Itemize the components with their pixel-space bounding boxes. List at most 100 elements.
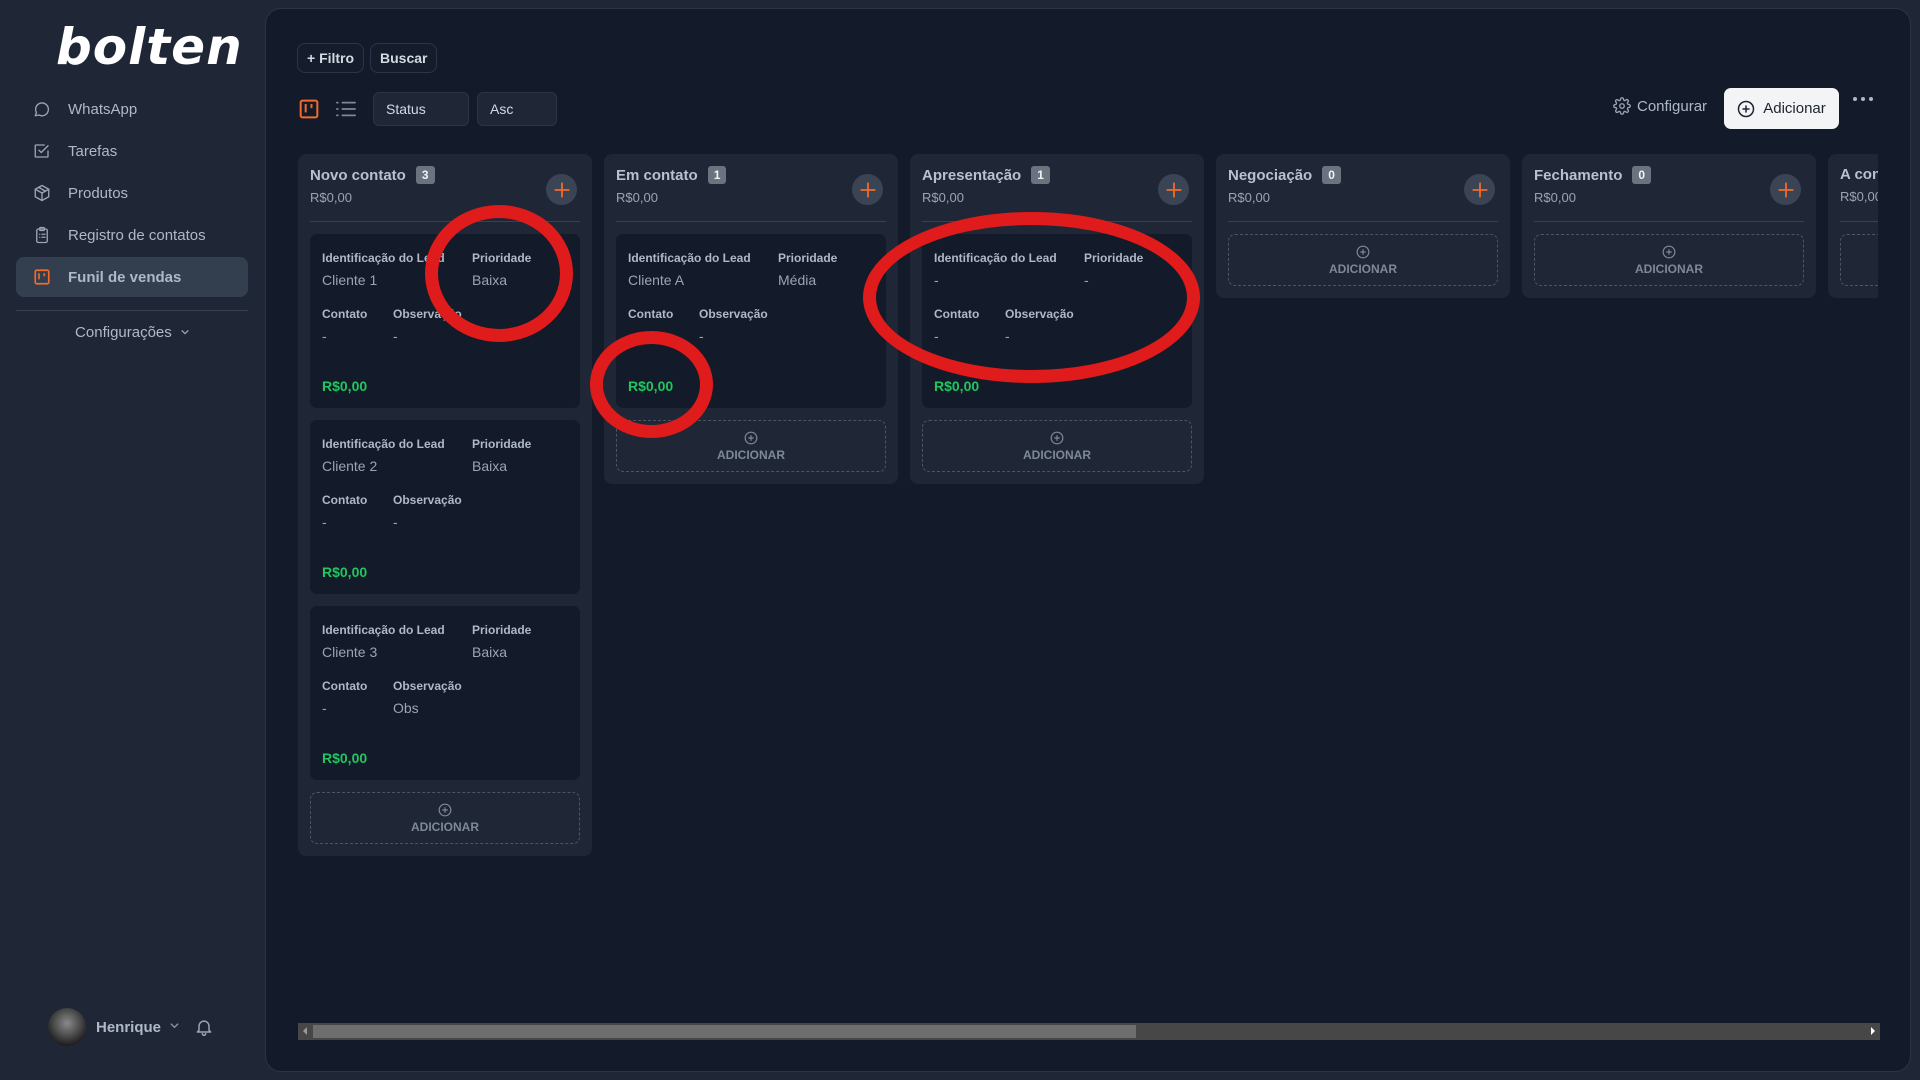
- sidebar-item-tarefas[interactable]: Tarefas: [16, 131, 248, 171]
- column-title-text: Em contato: [616, 166, 698, 184]
- clipboard-list-icon: [32, 225, 52, 245]
- chevron-down-icon: [180, 324, 190, 341]
- sidebar-nav: WhatsApp Tarefas Produtos Registro de co…: [16, 89, 248, 299]
- lead-value: -: [934, 272, 939, 288]
- notification-bell-icon[interactable]: [194, 1016, 214, 1043]
- kanban-column: Fechamento 0 R$0,00 ADICIONAR: [1522, 154, 1816, 298]
- add-card-label: ADICIONAR: [1635, 261, 1703, 276]
- plus-icon: [859, 181, 876, 198]
- list-view-icon[interactable]: [335, 99, 357, 124]
- lead-card[interactable]: Identificação do Lead Cliente 1 Priorida…: [310, 234, 580, 408]
- plus-icon: [553, 181, 570, 198]
- priority-value: Média: [778, 272, 817, 288]
- kanban-column: Apresentação 1 R$0,00 Identificação do Lea…: [910, 154, 1204, 484]
- add-card-button[interactable]: ADICIONAR: [1840, 234, 1878, 286]
- column-title: Em contato 1: [616, 166, 886, 184]
- sidebar-item-whatsapp[interactable]: WhatsApp: [16, 89, 248, 129]
- column-title: Negociação 0: [1228, 166, 1498, 184]
- contact-label: Contato: [322, 679, 368, 693]
- priority-value: Baixa: [472, 644, 508, 660]
- add-card-button[interactable]: ADICIONAR: [1228, 234, 1498, 286]
- settings-label: Configurações: [75, 324, 172, 341]
- scroll-left-arrow[interactable]: [303, 1027, 307, 1035]
- settings-dropdown[interactable]: Configurações: [0, 324, 265, 341]
- plus-icon: [1777, 181, 1794, 198]
- sidebar-item-registro-de-contatos[interactable]: Registro de contatos: [16, 215, 248, 255]
- app-logo[interactable]: bolten: [56, 18, 243, 76]
- contact-field: Contato -: [322, 493, 393, 530]
- lead-card[interactable]: Identificação do Lead Cliente 3 Priorida…: [310, 606, 580, 780]
- horizontal-scrollbar[interactable]: [298, 1023, 1880, 1040]
- kanban-icon: [32, 267, 52, 287]
- sort-order-select[interactable]: Asc: [477, 92, 557, 126]
- note-field: Observação -: [699, 307, 768, 344]
- search-button[interactable]: Buscar: [370, 43, 438, 73]
- column-total: R$0,00: [310, 190, 352, 205]
- add-card-label: ADICIONAR: [411, 819, 479, 834]
- plus-icon: [1165, 181, 1182, 198]
- note-field: Observação -: [393, 493, 462, 530]
- add-card-button[interactable]: ADICIONAR: [310, 792, 580, 844]
- column-add-button[interactable]: [546, 174, 577, 205]
- lead-card[interactable]: Identificação do Lead Cliente A Priorida…: [616, 234, 886, 408]
- priority-value: Baixa: [472, 272, 508, 288]
- column-total: R$0,00: [1840, 189, 1878, 204]
- column-title-text: A con: [1840, 166, 1878, 183]
- lead-card[interactable]: Identificação do Lead - Prioridade - Con…: [922, 234, 1192, 408]
- priority-label: Prioridade: [472, 623, 532, 637]
- add-card-button[interactable]: ADICIONAR: [922, 420, 1192, 472]
- lead-value: Cliente 3: [322, 644, 378, 660]
- column-title-text: Apresentação: [922, 166, 1022, 184]
- plus-circle-icon: [744, 431, 758, 444]
- kanban-board: Novo contato 3 R$0,00 Identificação do Lea…: [298, 154, 1878, 1014]
- scroll-right-arrow[interactable]: [1871, 1027, 1875, 1035]
- note-value: -: [699, 328, 704, 344]
- add-filter-button[interactable]: + Filtro: [297, 43, 365, 73]
- lead-value: Cliente 2: [322, 458, 378, 474]
- plus-circle-icon: [1662, 245, 1676, 258]
- column-header: Apresentação 1 R$0,00: [922, 166, 1192, 222]
- priority-field: Prioridade Baixa: [472, 437, 531, 474]
- note-label: Observação: [699, 307, 768, 321]
- lead-label: Identificação do Lead: [934, 251, 1057, 265]
- sidebar-item-label: Registro de contatos: [68, 226, 206, 244]
- column-header: Fechamento 0 R$0,00: [1534, 166, 1804, 222]
- priority-field: Prioridade Baixa: [472, 623, 531, 660]
- add-card-label: ADICIONAR: [717, 447, 785, 462]
- column-add-button[interactable]: [852, 174, 883, 205]
- column-total: R$0,00: [922, 190, 964, 205]
- chat-bubble-icon: [32, 99, 52, 119]
- column-count-badge: 0: [1632, 166, 1652, 184]
- contact-label: Contato: [628, 307, 674, 321]
- plus-icon: [1471, 181, 1488, 198]
- more-options-icon[interactable]: [1853, 97, 1873, 101]
- add-card-label: ADICIONAR: [1023, 447, 1091, 462]
- column-title-text: Novo contato: [310, 166, 406, 184]
- user-menu[interactable]: Henrique: [48, 1008, 180, 1046]
- add-label: Adicionar: [1763, 100, 1826, 117]
- lead-label: Identificação do Lead: [322, 623, 445, 637]
- plus-circle-icon: [1356, 245, 1370, 258]
- add-card-button[interactable]: ADICIONAR: [616, 420, 886, 472]
- add-card-button[interactable]: ADICIONAR: [1534, 234, 1804, 286]
- user-name: Henrique: [96, 1018, 162, 1036]
- column-add-button[interactable]: [1770, 174, 1801, 205]
- contact-field: Contato -: [322, 679, 393, 716]
- column-title: Novo contato 3: [310, 166, 580, 184]
- priority-value: -: [1084, 272, 1089, 288]
- lead-card[interactable]: Identificação do Lead Cliente 2 Priorida…: [310, 420, 580, 594]
- lead-field: Identificação do Lead Cliente 1: [322, 251, 472, 288]
- contact-label: Contato: [322, 493, 368, 507]
- sidebar-item-produtos[interactable]: Produtos: [16, 173, 248, 213]
- configure-button[interactable]: Configurar: [1613, 97, 1707, 115]
- add-button[interactable]: Adicionar: [1724, 88, 1839, 129]
- kanban-view-icon[interactable]: [299, 99, 319, 124]
- avatar[interactable]: [48, 1008, 86, 1046]
- sort-field-select[interactable]: Status: [373, 92, 469, 126]
- column-header: A con R$0,00: [1840, 166, 1878, 222]
- column-add-button[interactable]: [1158, 174, 1189, 205]
- scrollbar-thumb[interactable]: [313, 1025, 1136, 1038]
- sidebar-item-funil-de-vendas[interactable]: Funil de vendas: [16, 257, 248, 297]
- column-title: Apresentação 1: [922, 166, 1192, 184]
- column-add-button[interactable]: [1464, 174, 1495, 205]
